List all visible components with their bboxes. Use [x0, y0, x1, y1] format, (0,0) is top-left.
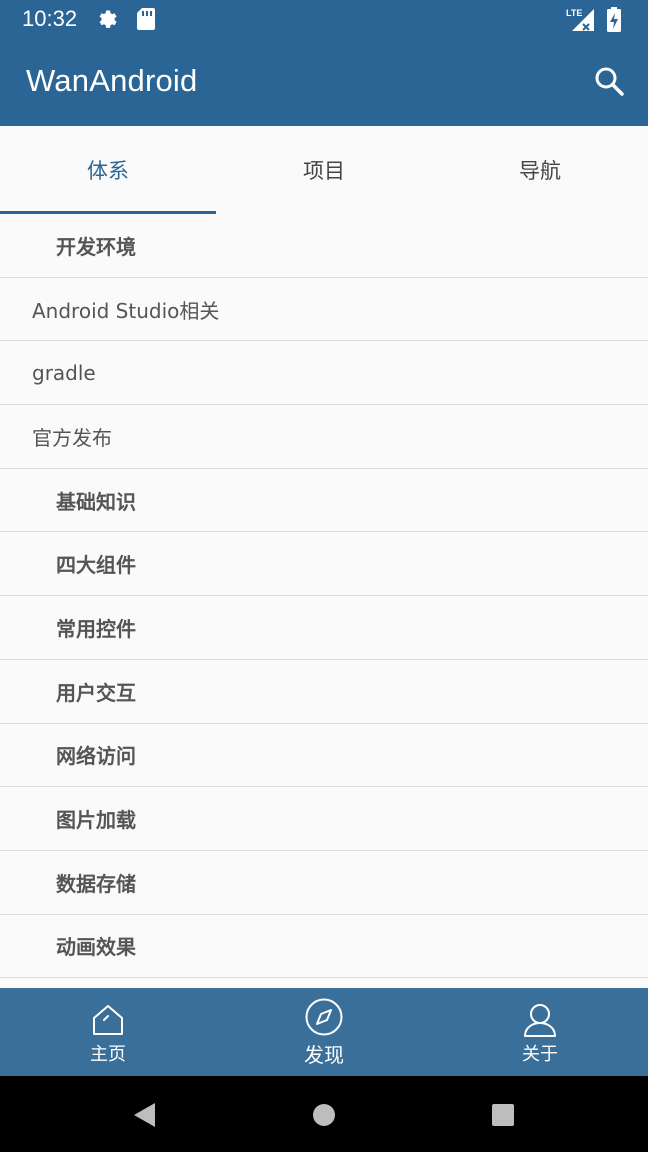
sd-card-icon — [136, 7, 156, 35]
person-icon — [522, 1002, 558, 1038]
list-item[interactable]: 数据存储 — [0, 851, 648, 915]
list-item-label: 动画效果 — [56, 935, 136, 960]
list-item[interactable]: 动画效果 — [0, 915, 648, 979]
list-item-label: Android Studio相关 — [32, 298, 220, 323]
list-item-label: 基础知识 — [56, 489, 136, 514]
lte-signal-icon: LTE — [566, 7, 596, 37]
bottom-nav: 主页 发现 关于 — [0, 988, 648, 1076]
search-icon[interactable] — [592, 64, 628, 100]
app-bar: WanAndroid — [0, 40, 648, 126]
list-item[interactable] — [0, 978, 648, 988]
list-item[interactable]: 官方发布 — [0, 405, 648, 469]
list-item[interactable]: Android Studio相关 — [0, 278, 648, 342]
list-item[interactable]: gradle — [0, 341, 648, 406]
list-item[interactable]: 用户交互 — [0, 660, 648, 724]
list-item-label: 四大组件 — [56, 553, 136, 578]
compass-icon — [304, 997, 344, 1037]
tab-label: 体系 — [87, 159, 129, 183]
home-button-icon[interactable] — [312, 1103, 336, 1131]
system-nav-bar — [0, 1076, 648, 1152]
tab-daohang[interactable]: 导航 — [432, 126, 648, 214]
list-item-label: 常用控件 — [56, 616, 136, 641]
list-item-label: 图片加载 — [56, 808, 136, 833]
list-item[interactable]: 开发环境 — [0, 214, 648, 278]
tab-tixi[interactable]: 体系 — [0, 126, 216, 214]
list-item[interactable]: 图片加载 — [0, 787, 648, 851]
status-time: 10:32 — [22, 6, 78, 31]
list-item-label: 数据存储 — [56, 871, 136, 896]
list-item-label: 开发环境 — [56, 234, 136, 259]
list-item[interactable]: 常用控件 — [0, 596, 648, 660]
tab-label: 项目 — [303, 159, 345, 183]
tab-bar: 体系 项目 导航 — [0, 126, 648, 214]
nav-label: 关于 — [522, 1044, 558, 1065]
nav-label: 主页 — [90, 1044, 126, 1065]
list-item-label: 官方发布 — [32, 425, 112, 450]
app-title: WanAndroid — [26, 63, 198, 98]
list-item[interactable]: 基础知识 — [0, 469, 648, 533]
recents-icon[interactable] — [491, 1103, 515, 1131]
category-list[interactable]: 开发环境 Android Studio相关 gradle 官方发布 基础知识 四… — [0, 214, 648, 988]
home-icon — [90, 1002, 126, 1038]
status-bar: 10:32 LTE — [0, 0, 648, 40]
list-item[interactable]: 网络访问 — [0, 724, 648, 788]
list-item-label: gradle — [32, 360, 96, 385]
list-item[interactable]: 四大组件 — [0, 532, 648, 597]
list-item-label: 用户交互 — [56, 680, 136, 705]
nav-label: 发现 — [304, 1043, 344, 1067]
nav-item-discover[interactable]: 发现 — [216, 988, 432, 1076]
list-item-label: 网络访问 — [56, 744, 136, 769]
back-icon[interactable] — [132, 1102, 158, 1132]
tab-xiangmu[interactable]: 项目 — [216, 126, 432, 214]
nav-item-about[interactable]: 关于 — [432, 988, 648, 1076]
svg-text:LTE: LTE — [566, 8, 582, 18]
tab-label: 导航 — [519, 159, 561, 183]
battery-charging-icon — [606, 7, 622, 37]
settings-icon — [96, 7, 120, 35]
nav-item-home[interactable]: 主页 — [0, 988, 216, 1076]
